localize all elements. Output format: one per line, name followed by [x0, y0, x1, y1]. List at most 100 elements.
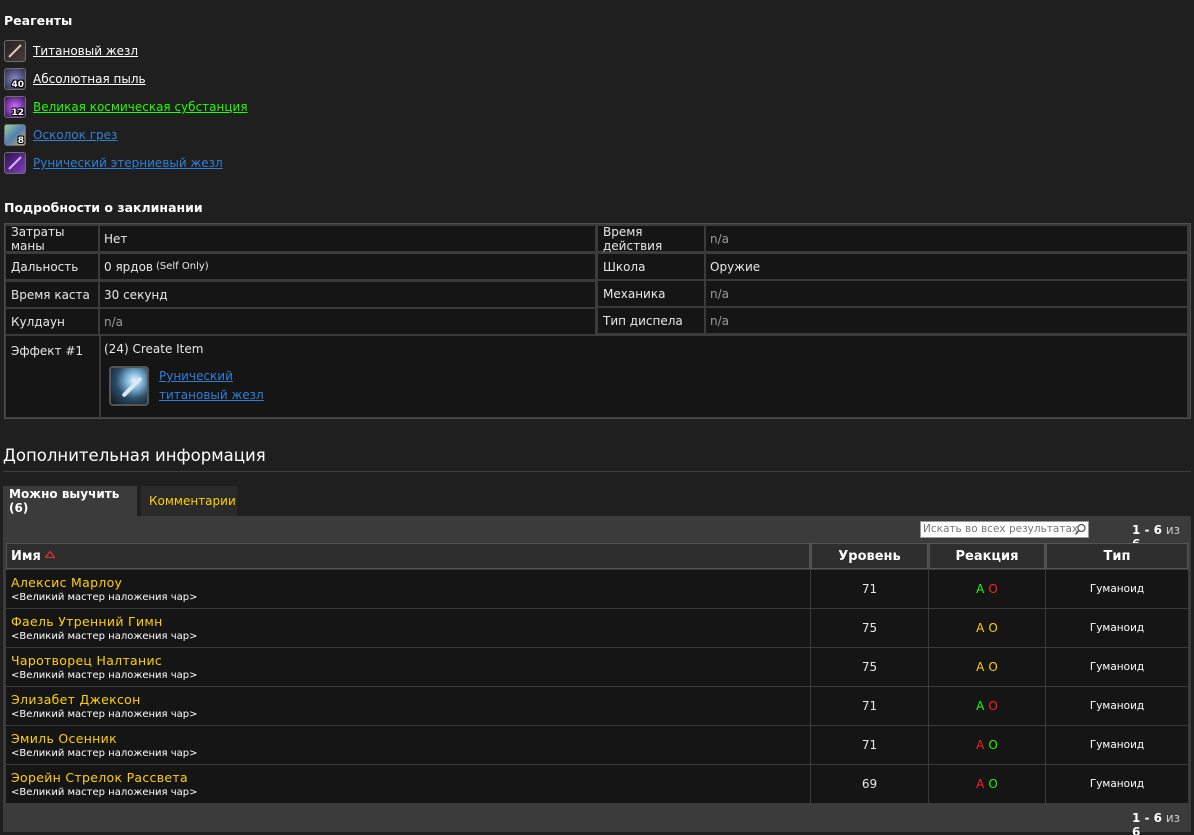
table-row[interactable]: Алексис Марлоу <Великий мастер наложения … [6, 569, 1189, 608]
npc-level: 69 [811, 765, 928, 803]
reagent-link[interactable]: Титановый жезл [33, 44, 138, 58]
reagent-item[interactable]: Титановый жезл [4, 39, 138, 63]
npc-reaction: AO [929, 687, 1045, 725]
mechanic-value: n/a [706, 281, 1187, 306]
horde-reaction: O [988, 582, 998, 596]
alliance-reaction: A [976, 699, 985, 713]
table-row[interactable]: Эмиль Осенник <Великий мастер наложения ч… [6, 725, 1189, 764]
npc-title: <Великий мастер наложения чар> [11, 787, 198, 798]
rod-icon [4, 40, 26, 62]
created-item-link[interactable]: Рунический титановый жезл [159, 367, 264, 406]
essence-icon: 12 [4, 96, 26, 118]
column-reaction[interactable]: Реакция [929, 543, 1045, 569]
table-row[interactable]: Чаротворец Налтанис <Великий мастер налож… [6, 647, 1189, 686]
npc-type: Гуманоид [1046, 609, 1188, 647]
horde-reaction: O [988, 699, 998, 713]
npc-title: <Великий мастер наложения чар> [11, 592, 198, 603]
reagent-link[interactable]: Великая космическая субстанция [33, 100, 248, 114]
reagent-item[interactable]: Рунический этерниевый жезл [4, 151, 223, 175]
effect-text: (24) Create Item [104, 342, 204, 356]
npc-name-link[interactable]: Элизабет Джексон [11, 692, 141, 707]
npc-level: 75 [811, 648, 928, 686]
horde-reaction: O [988, 777, 998, 791]
horde-reaction: O [988, 660, 998, 674]
npc-title: <Великий мастер наложения чар> [11, 709, 198, 720]
npc-level: 71 [811, 726, 928, 764]
npc-cell: Элизабет Джексон <Великий мастер наложени… [6, 687, 810, 725]
npc-reaction: AO [929, 726, 1045, 764]
runed-rod-icon[interactable] [109, 366, 149, 406]
npc-name-link[interactable]: Чаротворец Налтанис [11, 653, 162, 668]
npc-name-link[interactable]: Эорейн Стрелок Рассвета [11, 770, 188, 785]
table-row[interactable]: Фаель Утренний Гимн <Великий мастер налож… [6, 608, 1189, 647]
tab-can-learn[interactable]: Можно выучить (6) [3, 486, 137, 516]
search-input[interactable]: Искать во всех результатах [920, 521, 1089, 538]
school-value: Оружие [706, 254, 1187, 279]
spell-details-table: Затраты маны Нет Дальность 0 ярдов (Self … [4, 223, 1191, 419]
column-level[interactable]: Уровень [811, 543, 928, 569]
npc-name-link[interactable]: Фаель Утренний Гимн [11, 614, 163, 629]
dispel-type-label: Тип диспела [598, 308, 704, 333]
pager-bottom: 1 - 6 из 6 [1132, 811, 1181, 835]
cast-time-value: 30 секунд [100, 282, 595, 307]
mechanic-label: Механика [598, 281, 704, 306]
duration-value: n/a [706, 226, 1187, 251]
duration-label: Время действия [598, 225, 704, 253]
effect-label: Эффект #1 [6, 336, 99, 417]
npc-level: 71 [811, 570, 928, 608]
alliance-reaction: A [976, 738, 985, 752]
created-item[interactable]: Рунический титановый жезл [109, 366, 264, 406]
npc-reaction: AO [929, 609, 1045, 647]
npc-name-link[interactable]: Эмиль Осенник [11, 731, 117, 746]
npc-type: Гуманоид [1046, 765, 1188, 803]
dust-icon: 40 [4, 68, 26, 90]
npc-cell: Эорейн Стрелок Рассвета <Великий мастер н… [6, 765, 810, 803]
npc-type: Гуманоид [1046, 648, 1188, 686]
additional-info-heading: Дополнительная информация [3, 446, 266, 465]
alliance-reaction: A [976, 777, 985, 791]
npc-title: <Великий мастер наложения чар> [11, 748, 198, 759]
cooldown-value: n/a [100, 309, 595, 334]
npc-title: <Великий мастер наложения чар> [11, 670, 198, 681]
horde-reaction: O [988, 621, 998, 635]
npc-level: 71 [811, 687, 928, 725]
sort-up-icon [44, 550, 56, 561]
npc-cell: Фаель Утренний Гимн <Великий мастер налож… [6, 609, 810, 647]
column-name[interactable]: Имя [6, 543, 810, 569]
dispel-type-value: n/a [706, 308, 1187, 333]
reagent-link[interactable]: Рунический этерниевый жезл [33, 156, 223, 170]
column-type[interactable]: Тип [1046, 543, 1188, 569]
shard-icon: 8 [4, 124, 26, 146]
spell-details-heading: Подробности о заклинании [4, 200, 203, 215]
reagent-item[interactable]: 40 Абсолютная пыль [4, 67, 146, 91]
runed-rod-icon [4, 152, 26, 174]
npc-type: Гуманоид [1046, 570, 1188, 608]
npc-name-link[interactable]: Алексис Марлоу [11, 575, 122, 590]
alliance-reaction: A [976, 582, 985, 596]
npc-cell: Чаротворец Налтанис <Великий мастер налож… [6, 648, 810, 686]
cooldown-label: Кулдаун [6, 309, 98, 334]
alliance-reaction: A [976, 660, 985, 674]
table-header: Имя Уровень Реакция Тип [6, 543, 1189, 569]
horde-reaction: O [988, 738, 998, 752]
results-table: Имя Уровень Реакция Тип Алексис Марлоу <В… [6, 543, 1189, 803]
npc-reaction: AO [929, 765, 1045, 803]
npc-reaction: AO [929, 570, 1045, 608]
range-value: 0 ярдов (Self Only) [100, 254, 595, 279]
tab-comments[interactable]: Комментарии [141, 486, 237, 516]
reagent-item[interactable]: 8 Осколок грез [4, 123, 117, 147]
table-row[interactable]: Элизабет Джексон <Великий мастер наложени… [6, 686, 1189, 725]
npc-type: Гуманоид [1046, 726, 1188, 764]
search-icon[interactable] [1074, 523, 1087, 536]
range-label: Дальность [6, 254, 98, 279]
npc-level: 75 [811, 609, 928, 647]
table-row[interactable]: Эорейн Стрелок Рассвета <Великий мастер н… [6, 764, 1189, 803]
reagent-link[interactable]: Осколок грез [33, 128, 117, 142]
reagent-item[interactable]: 12 Великая космическая субстанция [4, 95, 248, 119]
results-panel: Искать во всех результатах 1 - 6 из 6 Им… [3, 516, 1191, 835]
reagent-link[interactable]: Абсолютная пыль [33, 72, 146, 86]
divider [3, 471, 1191, 472]
school-label: Школа [598, 254, 704, 279]
npc-cell: Эмиль Осенник <Великий мастер наложения ч… [6, 726, 810, 764]
npc-title: <Великий мастер наложения чар> [11, 631, 198, 642]
